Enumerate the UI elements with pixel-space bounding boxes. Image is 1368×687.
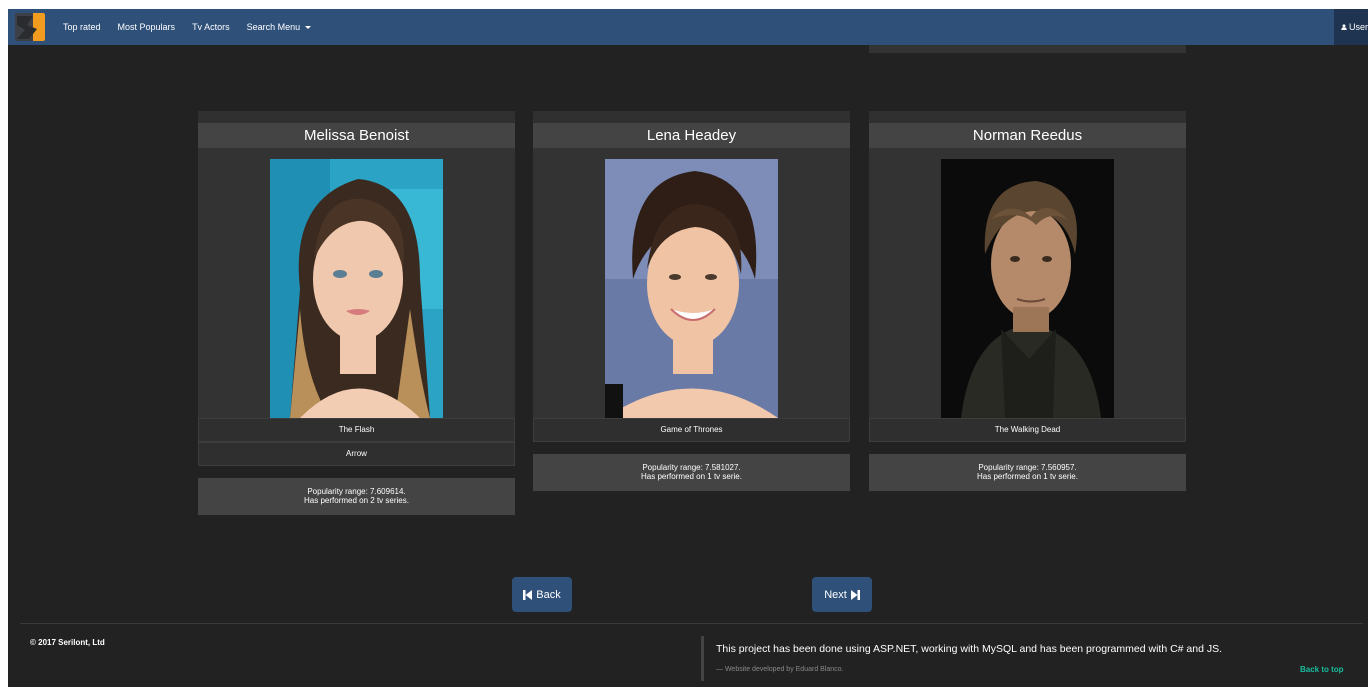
popularity-info: Popularity range: 7.609614. Has performe…: [198, 478, 515, 515]
step-forward-icon: [850, 589, 860, 600]
search-menu-label: Search Menu: [246, 22, 301, 32]
back-to-top-link[interactable]: Back to top: [1300, 665, 1344, 674]
series-count: Has performed on 1 tv serie.: [977, 472, 1078, 481]
actor-photo-image: [941, 159, 1114, 418]
popularity-range: Popularity range: 7.609614.: [307, 487, 406, 496]
popularity-info: Popularity range: 7.581027. Has performe…: [533, 454, 850, 491]
card-top: [198, 111, 515, 123]
card-gap: [198, 466, 515, 478]
actor-name: Lena Headey: [533, 123, 850, 148]
popularity-range: Popularity range: 7.560957.: [978, 463, 1077, 472]
series-count: Has performed on 1 tv serie.: [641, 472, 742, 481]
actor-photo-image: [605, 159, 778, 418]
step-backward-icon: [523, 589, 533, 600]
logo-s-shape: [17, 16, 37, 39]
series-item[interactable]: The Flash: [198, 418, 515, 442]
actor-photo[interactable]: [270, 159, 443, 418]
nav-tv-actors[interactable]: Tv Actors: [192, 22, 230, 32]
card-top: [869, 111, 1186, 123]
actor-card[interactable]: Melissa Benoist The Flash Arrow Populari…: [198, 111, 515, 515]
actor-photo[interactable]: [941, 159, 1114, 418]
previous-card-remnant: [869, 45, 1186, 53]
navbar: Top rated Most Populars Tv Actors Search…: [8, 9, 1368, 45]
next-label: Next: [824, 588, 847, 601]
blockquote-bar: [701, 636, 704, 681]
nav-top-rated[interactable]: Top rated: [63, 22, 101, 32]
copyright-text: © 2017 Serilont, Ltd: [30, 638, 105, 647]
user-menu[interactable]: User: [1334, 9, 1368, 45]
popularity-range: Popularity range: 7.581027.: [642, 463, 741, 472]
actor-photo[interactable]: [605, 159, 778, 418]
card-gap: [533, 442, 850, 454]
next-button[interactable]: Next: [812, 577, 872, 612]
card-top: [533, 111, 850, 123]
series-item[interactable]: Arrow: [198, 442, 515, 466]
brand-logo[interactable]: [15, 13, 45, 41]
actor-card[interactable]: Lena Headey Game of Thrones Popularity r…: [533, 111, 850, 491]
card-gap: [869, 442, 1186, 454]
series-count: Has performed on 2 tv series.: [304, 496, 409, 505]
project-description: This project has been done using ASP.NET…: [716, 643, 1223, 655]
developer-credit: — Website developed by Eduard Blanco.: [716, 666, 844, 673]
actor-photo-image: [270, 159, 443, 418]
actor-card[interactable]: Norman Reedus The Walking Dead Popularit…: [869, 111, 1186, 491]
popularity-info: Popularity range: 7.560957. Has performe…: [869, 454, 1186, 491]
window-top-strip: [0, 0, 1368, 9]
actor-name: Norman Reedus: [869, 123, 1186, 148]
nav-search-menu[interactable]: Search Menu: [247, 22, 311, 32]
back-label: Back: [536, 588, 561, 601]
back-button[interactable]: Back: [512, 577, 572, 612]
actor-name: Melissa Benoist: [198, 123, 515, 148]
window-left-strip: [0, 0, 8, 687]
series-item[interactable]: The Walking Dead: [869, 418, 1186, 442]
nav-most-populars[interactable]: Most Populars: [118, 22, 176, 32]
caret-down-icon: [304, 26, 311, 30]
user-icon: [1341, 24, 1347, 30]
series-item[interactable]: Game of Thrones: [533, 418, 850, 442]
user-label: User: [1348, 22, 1368, 32]
footer-divider: [20, 623, 1363, 624]
